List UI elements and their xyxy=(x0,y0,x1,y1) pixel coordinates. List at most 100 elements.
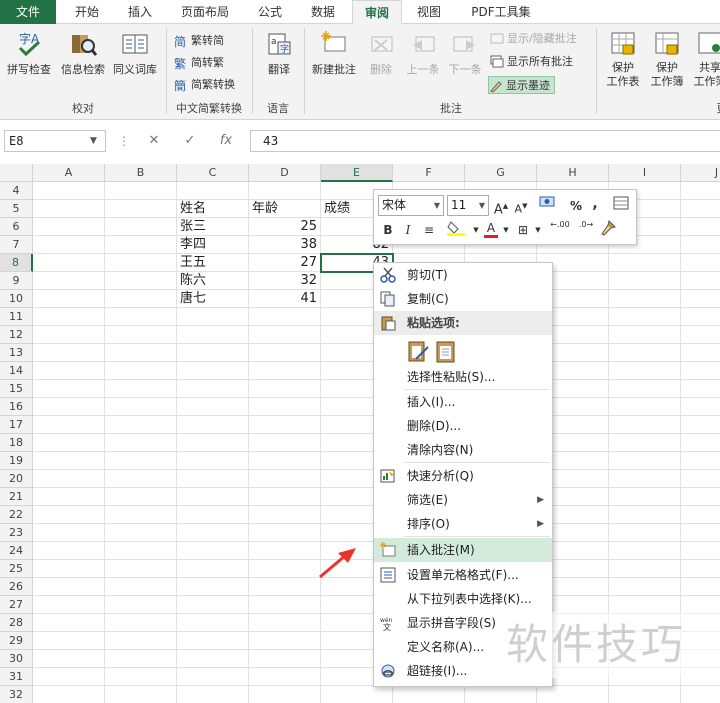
grid-cell[interactable] xyxy=(33,272,105,290)
borders-dropdown-icon[interactable]: ▼ xyxy=(534,220,542,240)
show-ink-button[interactable]: 显示墨迹 xyxy=(488,76,555,94)
simp-to-trad-button[interactable]: 繁简转繁 xyxy=(174,54,224,72)
grid-cell[interactable] xyxy=(105,632,177,650)
row-header[interactable]: 31 xyxy=(0,668,33,686)
grid-cell[interactable] xyxy=(681,344,720,362)
grid-cell[interactable] xyxy=(177,362,249,380)
grid-cell[interactable] xyxy=(177,542,249,560)
grid-cell[interactable] xyxy=(33,632,105,650)
grid-cell[interactable] xyxy=(177,578,249,596)
row-header[interactable]: 27 xyxy=(0,596,33,614)
grid-cell[interactable] xyxy=(33,380,105,398)
grid-cell[interactable] xyxy=(177,560,249,578)
grid-cell[interactable] xyxy=(177,380,249,398)
grid-cell[interactable] xyxy=(249,686,321,703)
bold-icon[interactable]: B xyxy=(380,220,396,240)
grid-cell[interactable] xyxy=(177,344,249,362)
grid-cell[interactable] xyxy=(609,434,681,452)
research-button[interactable]: 信息检索 xyxy=(56,30,110,77)
grid-cell[interactable] xyxy=(105,578,177,596)
grid-cell[interactable] xyxy=(249,542,321,560)
grid-cell[interactable] xyxy=(681,236,720,254)
menu-item-insert-comment[interactable]: 插入批注(M) xyxy=(374,538,552,562)
menu-item-paste-special[interactable]: 选择性粘贴(S)... xyxy=(374,365,552,389)
menu-item-quick-analysis[interactable]: 快速分析(Q) xyxy=(374,464,552,488)
grid-cell[interactable] xyxy=(33,344,105,362)
grid-cell[interactable] xyxy=(177,416,249,434)
grid-cell[interactable] xyxy=(33,578,105,596)
row-header[interactable]: 11 xyxy=(0,308,33,326)
translate-button[interactable]: a字 翻译 xyxy=(258,30,300,77)
grid-cell[interactable] xyxy=(33,290,105,308)
grid-cell[interactable] xyxy=(537,686,609,703)
grid-cell[interactable] xyxy=(609,560,681,578)
decrease-font-icon[interactable]: A▼ xyxy=(512,196,530,216)
menu-item-delete[interactable]: 删除(D)... xyxy=(374,414,552,438)
grid-cell[interactable] xyxy=(249,344,321,362)
percent-style-icon[interactable]: % xyxy=(568,196,584,216)
grid-cell[interactable] xyxy=(681,326,720,344)
column-header[interactable]: H xyxy=(537,164,609,182)
age-cell[interactable]: 27 xyxy=(249,254,321,272)
grid-cell[interactable] xyxy=(177,614,249,632)
protect-sheet-button[interactable]: 保护 工作表 xyxy=(602,30,644,89)
grid-cell[interactable] xyxy=(105,308,177,326)
grid-cell[interactable] xyxy=(681,182,720,200)
grid-cell[interactable] xyxy=(105,542,177,560)
tab-review[interactable]: 审阅 xyxy=(352,0,402,25)
formula-input[interactable]: 43 xyxy=(250,130,720,152)
grid-cell[interactable] xyxy=(105,506,177,524)
age-cell[interactable]: 25 xyxy=(249,218,321,236)
grid-cell[interactable] xyxy=(33,650,105,668)
format-painter-icon[interactable] xyxy=(598,220,618,240)
tab-formulas[interactable]: 公式 xyxy=(246,0,294,24)
font-size-box[interactable]: 11 ▼ xyxy=(447,195,489,216)
grid-cell[interactable] xyxy=(465,686,537,703)
grid-cell[interactable] xyxy=(105,668,177,686)
column-header[interactable]: D xyxy=(249,164,321,182)
grid-cell[interactable] xyxy=(105,488,177,506)
new-comment-button[interactable]: 新建批注 xyxy=(306,30,362,77)
grid-cell[interactable] xyxy=(105,434,177,452)
grid-cell[interactable] xyxy=(105,344,177,362)
chinese-convert-button[interactable]: 簡简繁转换 xyxy=(174,76,235,94)
italic-icon[interactable]: I xyxy=(400,220,416,240)
grid-cell[interactable] xyxy=(249,308,321,326)
grid-cell[interactable] xyxy=(681,524,720,542)
grid-cell[interactable] xyxy=(681,434,720,452)
grid-cell[interactable] xyxy=(249,614,321,632)
share-workbook-button[interactable]: 共享工作簿 xyxy=(690,30,720,89)
grid-cell[interactable] xyxy=(33,182,105,200)
insert-function-icon[interactable]: fx xyxy=(212,130,240,152)
row-header[interactable]: 4 xyxy=(0,182,33,200)
menu-item-copy[interactable]: 复制(C) xyxy=(374,287,552,311)
grid-cell[interactable] xyxy=(33,470,105,488)
age-cell[interactable]: 32 xyxy=(249,272,321,290)
font-color-dropdown-icon[interactable]: ▼ xyxy=(502,220,510,240)
name-cell[interactable]: 李四 xyxy=(177,236,249,254)
row-header[interactable]: 7 xyxy=(0,236,33,254)
menu-item-pick-from-list[interactable]: 从下拉列表中选择(K)... xyxy=(374,587,552,611)
grid-cell[interactable] xyxy=(105,686,177,703)
protect-workbook-button[interactable]: 保护 工作簿 xyxy=(646,30,688,89)
grid-cell[interactable] xyxy=(33,218,105,236)
menu-item-format-cells[interactable]: 设置单元格格式(F)... xyxy=(374,563,552,587)
grid-cell[interactable] xyxy=(177,308,249,326)
name-cell[interactable]: 王五 xyxy=(177,254,249,272)
grid-cell[interactable] xyxy=(105,470,177,488)
grid-cell[interactable] xyxy=(249,182,321,200)
grid-cell[interactable] xyxy=(105,596,177,614)
grid-cell[interactable] xyxy=(105,614,177,632)
row-header[interactable]: 10 xyxy=(0,290,33,308)
cancel-icon[interactable]: ✕ xyxy=(140,130,168,152)
row-header[interactable]: 22 xyxy=(0,506,33,524)
tab-page-layout[interactable]: 页面布局 xyxy=(170,0,240,24)
grid-cell[interactable] xyxy=(609,524,681,542)
grid-cell[interactable] xyxy=(33,416,105,434)
grid-cell[interactable] xyxy=(609,398,681,416)
format-painter-grid-icon[interactable] xyxy=(610,196,632,216)
grid-cell[interactable] xyxy=(177,650,249,668)
name-box-dropdown-icon[interactable]: ▼ xyxy=(90,130,97,152)
tab-view[interactable]: 视图 xyxy=(406,0,452,24)
grid-cell[interactable] xyxy=(609,344,681,362)
